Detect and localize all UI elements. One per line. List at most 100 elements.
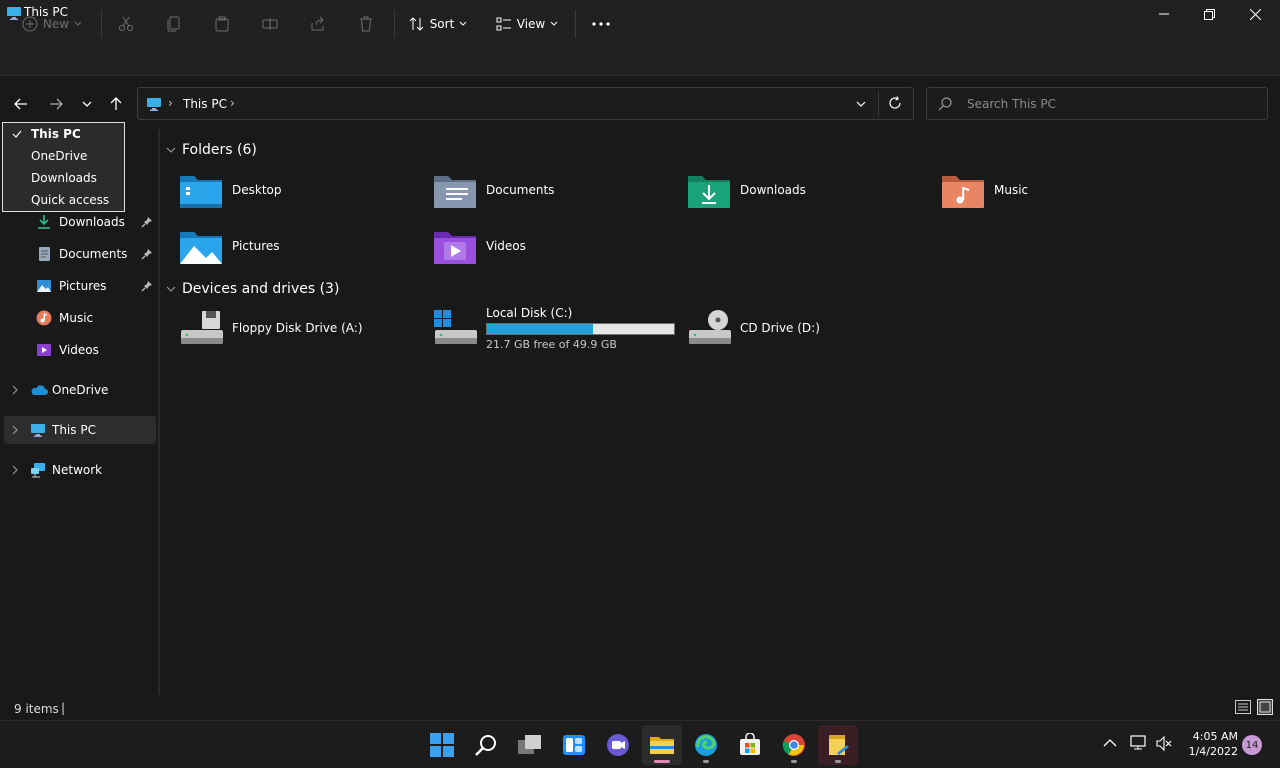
navigation-pane-resizer[interactable]: [158, 129, 160, 695]
copy-button[interactable]: [160, 10, 188, 38]
rename-button[interactable]: [256, 10, 284, 38]
show-hidden-icons-button[interactable]: [1103, 739, 1117, 747]
chevron-right-icon: [12, 465, 18, 475]
menu-item-downloads[interactable]: Downloads: [3, 167, 124, 189]
drive-local-c[interactable]: Local Disk (C:) 21.7 GB free of 49.9 GB: [432, 304, 682, 352]
widgets-button[interactable]: [554, 725, 594, 765]
scissors-icon: [119, 16, 133, 31]
search-icon: [475, 735, 496, 756]
details-view-button[interactable]: [1235, 700, 1251, 714]
file-explorer-button[interactable]: [642, 725, 682, 765]
view-label: View: [516, 17, 546, 31]
network-status-button[interactable]: [1130, 735, 1148, 751]
cut-button[interactable]: [112, 10, 140, 38]
breadcrumb-separator[interactable]: ›: [230, 96, 235, 110]
drives-group-header[interactable]: Devices and drives (3): [166, 281, 339, 297]
store-icon: [740, 733, 760, 755]
clock[interactable]: 4:05 AM 1/4/2022: [1180, 729, 1238, 759]
sidebar-item-onedrive[interactable]: OneDrive: [4, 376, 156, 404]
folder-pictures[interactable]: Pictures: [178, 222, 428, 270]
copy-icon: [167, 16, 180, 32]
rename-icon: [262, 18, 278, 30]
search-placeholder: Search This PC: [967, 97, 1056, 111]
sidebar-item-videos[interactable]: Videos: [4, 336, 156, 364]
volume-button[interactable]: [1156, 736, 1172, 752]
taskbar: 4:05 AM 1/4/2022 14: [0, 720, 1280, 768]
folder-label: Pictures: [232, 239, 280, 253]
title-bar: [0, 0, 1280, 28]
back-button[interactable]: [7, 90, 35, 118]
chevron-down-icon: [459, 21, 467, 26]
store-button[interactable]: [730, 725, 770, 765]
pin-icon[interactable]: [141, 216, 153, 228]
sticky-app-button[interactable]: [818, 725, 858, 765]
notification-badge[interactable]: 14: [1242, 735, 1262, 755]
close-button[interactable]: [1232, 0, 1278, 28]
drive-cd-d[interactable]: CD Drive (D:): [686, 304, 936, 352]
windows-logo-icon: [430, 733, 454, 757]
forward-button[interactable]: [42, 90, 70, 118]
checkmark-icon: [12, 130, 22, 138]
documents-folder-icon: [432, 170, 478, 210]
sidebar-item-downloads[interactable]: Downloads: [4, 208, 156, 236]
pin-icon[interactable]: [141, 248, 153, 260]
close-icon: [1249, 8, 1261, 20]
sidebar-item-label: Documents: [59, 247, 128, 261]
address-history-button[interactable]: [856, 101, 866, 107]
task-view-button[interactable]: [510, 725, 550, 765]
sidebar-item-documents[interactable]: Documents: [4, 240, 156, 268]
sort-button[interactable]: Sort: [404, 10, 472, 38]
address-bar[interactable]: › This PC ›: [137, 87, 914, 120]
running-indicator: [791, 760, 797, 763]
folder-downloads[interactable]: Downloads: [686, 166, 936, 214]
paste-button[interactable]: [208, 10, 236, 38]
menu-item-this-pc[interactable]: This PC: [3, 123, 124, 145]
videos-icon: [36, 342, 52, 358]
sidebar-item-label: Videos: [59, 343, 99, 357]
drive-label: Local Disk (C:): [486, 305, 573, 320]
menu-item-label: Quick access: [31, 193, 110, 207]
new-button[interactable]: New: [16, 10, 88, 38]
sort-icon: [409, 17, 424, 31]
breadcrumb-this-pc[interactable]: This PC: [183, 97, 227, 111]
clock-date: 1/4/2022: [1188, 745, 1238, 758]
drive-floppy-a[interactable]: Floppy Disk Drive (A:): [178, 304, 428, 352]
minimize-button[interactable]: [1141, 0, 1187, 28]
folders-header-label: Folders (6): [182, 142, 257, 158]
search-button[interactable]: [466, 725, 506, 765]
refresh-button[interactable]: [888, 96, 902, 110]
sidebar-item-music[interactable]: Music: [4, 304, 156, 332]
view-button[interactable]: View: [491, 10, 563, 38]
breadcrumb-separator[interactable]: ›: [168, 96, 173, 110]
see-more-button[interactable]: [587, 10, 615, 38]
teams-chat-button[interactable]: [598, 725, 638, 765]
folder-label: Music: [994, 183, 1029, 197]
menu-item-quick-access[interactable]: Quick access: [3, 189, 124, 211]
pin-icon[interactable]: [141, 280, 153, 292]
folder-documents[interactable]: Documents: [432, 166, 682, 214]
sidebar-item-this-pc[interactable]: This PC: [4, 416, 156, 444]
drive-free-space: 21.7 GB free of 49.9 GB: [486, 337, 617, 351]
videos-folder-icon: [432, 226, 478, 266]
share-button[interactable]: [304, 10, 332, 38]
edge-button[interactable]: [686, 725, 726, 765]
maximize-button[interactable]: [1186, 0, 1232, 28]
search-input[interactable]: Search This PC: [926, 87, 1268, 120]
chrome-icon: [782, 734, 805, 756]
recent-locations-button[interactable]: [73, 90, 101, 118]
downloads-folder-icon: [686, 170, 732, 210]
folder-music[interactable]: Music: [940, 166, 1190, 214]
folders-group-header[interactable]: Folders (6): [166, 142, 257, 158]
this-pc-icon: [146, 96, 162, 112]
tiles-view-button[interactable]: [1257, 699, 1273, 715]
folder-videos[interactable]: Videos: [432, 222, 682, 270]
sidebar-item-network[interactable]: Network: [4, 456, 156, 484]
folder-desktop[interactable]: Desktop: [178, 166, 428, 214]
chrome-button[interactable]: [774, 725, 814, 765]
start-button[interactable]: [422, 725, 462, 765]
up-button[interactable]: [102, 90, 130, 118]
menu-item-onedrive[interactable]: OneDrive: [3, 145, 124, 167]
delete-button[interactable]: [352, 10, 380, 38]
cloud-icon: [30, 384, 48, 396]
sidebar-item-pictures[interactable]: Pictures: [4, 272, 156, 300]
